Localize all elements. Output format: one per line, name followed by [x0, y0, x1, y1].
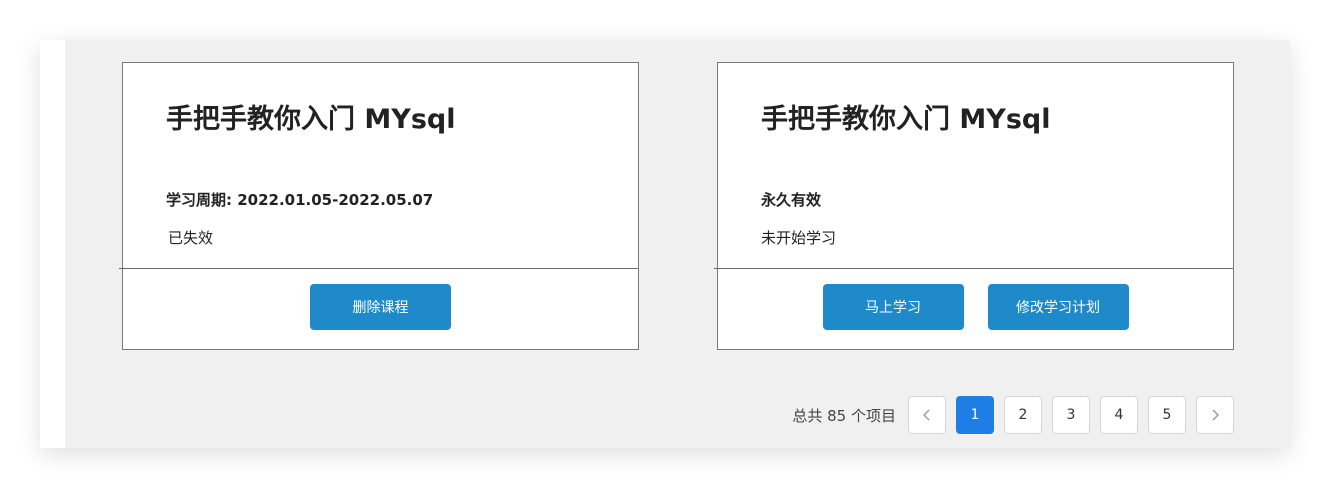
- chevron-right-icon: [1212, 409, 1219, 421]
- chevron-left-icon: [923, 409, 930, 421]
- course-panel: 手把手教你入门 MYsql 学习周期: 2022.01.05-2022.05.0…: [40, 40, 1290, 448]
- page-button-5[interactable]: 5: [1148, 396, 1186, 434]
- course-card: 手把手教你入门 MYsql 永久有效 未开始学习 马上学习 修改学习计划: [714, 62, 1234, 350]
- course-status: 未开始学习: [761, 229, 837, 247]
- edit-study-plan-button[interactable]: 修改学习计划: [987, 284, 1129, 330]
- prev-page-button[interactable]: [908, 396, 946, 434]
- delete-course-button[interactable]: 删除课程: [310, 284, 451, 330]
- page-button-4[interactable]: 4: [1100, 396, 1138, 434]
- study-period: 学习周期: 2022.01.05-2022.05.07: [166, 191, 434, 209]
- validity-label: 永久有效: [761, 191, 822, 209]
- start-learning-button[interactable]: 马上学习: [822, 284, 964, 330]
- course-title: 手把手教你入门 MYsql: [761, 104, 1051, 135]
- page-button-1[interactable]: 1: [956, 396, 994, 434]
- course-title: 手把手教你入门 MYsql: [166, 104, 456, 135]
- course-card: 手把手教你入门 MYsql 学习周期: 2022.01.05-2022.05.0…: [119, 62, 639, 350]
- next-page-button[interactable]: [1196, 396, 1234, 434]
- card-divider: [714, 268, 1233, 269]
- total-count: 总共 85 个项目: [792, 406, 896, 425]
- page-button-3[interactable]: 3: [1052, 396, 1090, 434]
- course-status: 已失效: [168, 229, 214, 247]
- page-button-2[interactable]: 2: [1004, 396, 1042, 434]
- left-strip: [40, 40, 65, 448]
- card-actions: 马上学习 修改学习计划: [718, 284, 1233, 330]
- pagination: 总共 85 个项目 1 2 3 4 5: [792, 396, 1234, 434]
- card-divider: [119, 268, 638, 269]
- card-actions: 删除课程: [123, 284, 638, 330]
